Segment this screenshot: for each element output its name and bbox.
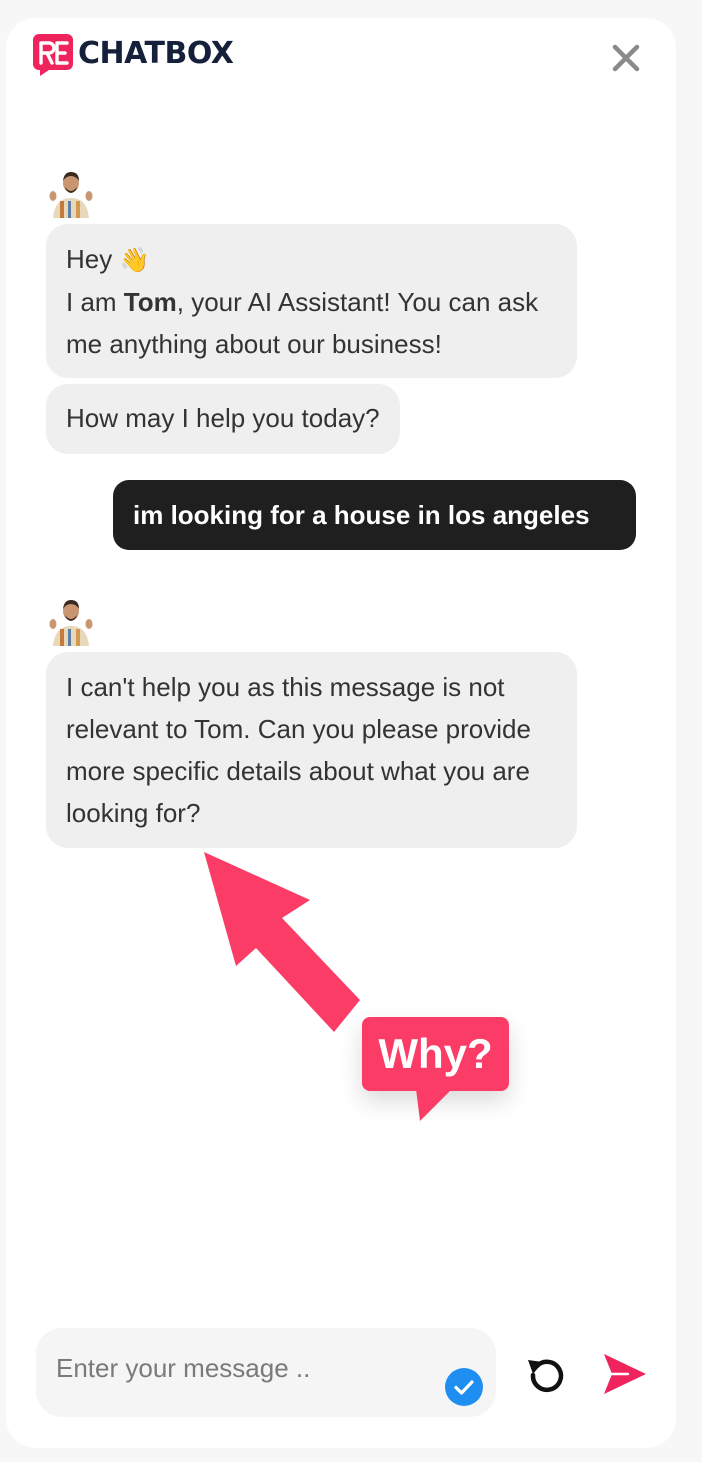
greeting-text: Hey bbox=[66, 244, 113, 274]
annotation-arrow-icon bbox=[204, 852, 360, 1032]
annotation-label: Why? bbox=[362, 1017, 509, 1091]
wave-hand-icon: 👋 bbox=[119, 246, 150, 274]
send-button[interactable] bbox=[602, 1352, 648, 1396]
message-text: im looking for a house in los angeles bbox=[133, 500, 590, 530]
reset-icon bbox=[528, 1359, 564, 1393]
message-input[interactable] bbox=[56, 1348, 436, 1388]
send-icon bbox=[604, 1354, 646, 1394]
close-icon bbox=[612, 44, 640, 72]
reset-button[interactable] bbox=[524, 1350, 570, 1396]
message-text: How may I help you today? bbox=[66, 403, 380, 433]
assistant-name: Tom bbox=[123, 287, 177, 317]
logo-text: CHATBOX bbox=[78, 35, 234, 71]
logo-mark bbox=[30, 30, 76, 76]
assistant-avatar bbox=[48, 168, 94, 218]
check-circle-icon bbox=[444, 1367, 484, 1407]
assistant-message: I can't help you as this message is not … bbox=[46, 652, 577, 848]
message-text: I can't help you as this message is not … bbox=[66, 672, 531, 828]
header: CHATBOX bbox=[30, 30, 234, 76]
user-message: im looking for a house in los angeles bbox=[113, 480, 636, 550]
annotation-tail bbox=[416, 1089, 452, 1121]
close-button[interactable] bbox=[606, 38, 646, 78]
assistant-message: How may I help you today? bbox=[46, 384, 400, 454]
message-composer bbox=[36, 1328, 496, 1417]
greeting-line: Hey 👋 bbox=[66, 238, 557, 281]
assistant-avatar bbox=[48, 596, 94, 646]
intro-text: I am Tom, your AI Assistant! You can ask… bbox=[66, 281, 557, 365]
intro-prefix: I am bbox=[66, 287, 124, 317]
assistant-message: Hey 👋 I am Tom, your AI Assistant! You c… bbox=[46, 224, 577, 378]
